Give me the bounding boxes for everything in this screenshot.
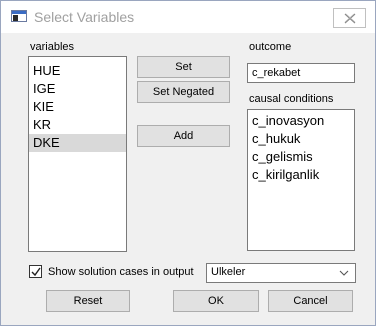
variables-label: variables [30, 41, 75, 53]
close-icon [344, 13, 356, 24]
causal-condition-item[interactable]: c_hukuk [248, 130, 354, 148]
select-variables-dialog: Select Variables variables HUE IGE KIE K… [0, 0, 376, 326]
causal-condition-item[interactable]: c_kirilganlik [248, 166, 354, 184]
set-button[interactable]: Set [137, 56, 230, 78]
variables-list-item-selected[interactable]: DKE [29, 134, 126, 152]
add-button[interactable]: Add [137, 125, 230, 147]
set-negated-button[interactable]: Set Negated [137, 81, 230, 103]
causal-condition-item[interactable]: c_gelismis [248, 148, 354, 166]
causal-conditions-label: causal conditions [249, 93, 334, 105]
cancel-button[interactable]: Cancel [268, 290, 353, 312]
causal-condition-item[interactable]: c_inovasyon [248, 112, 354, 130]
close-button[interactable] [333, 8, 366, 28]
title-bar: Select Variables [1, 1, 375, 33]
ok-button[interactable]: OK [173, 290, 259, 312]
variables-list-item[interactable]: KR [29, 116, 126, 134]
outcome-field[interactable]: c_rekabet [247, 63, 355, 83]
show-solution-label: Show solution cases in output [48, 266, 194, 278]
variables-list-item[interactable]: KIE [29, 98, 126, 116]
window-app-icon [11, 10, 27, 22]
variables-list-item[interactable]: HUE [29, 62, 126, 80]
checkmark-icon [31, 267, 41, 277]
chevron-down-icon [339, 270, 349, 276]
variables-list-item[interactable]: IGE [29, 80, 126, 98]
show-solution-checkbox[interactable] [29, 265, 42, 278]
reset-button[interactable]: Reset [46, 290, 130, 312]
case-column-value: Ulkeler [211, 266, 246, 278]
outcome-label: outcome [249, 41, 292, 53]
variables-listbox[interactable]: HUE IGE KIE KR DKE [28, 56, 127, 252]
window-title: Select Variables [34, 9, 135, 25]
case-column-select[interactable]: Ulkeler [206, 263, 356, 283]
causal-conditions-listbox[interactable]: c_inovasyon c_hukuk c_gelismis c_kirilga… [247, 109, 355, 251]
